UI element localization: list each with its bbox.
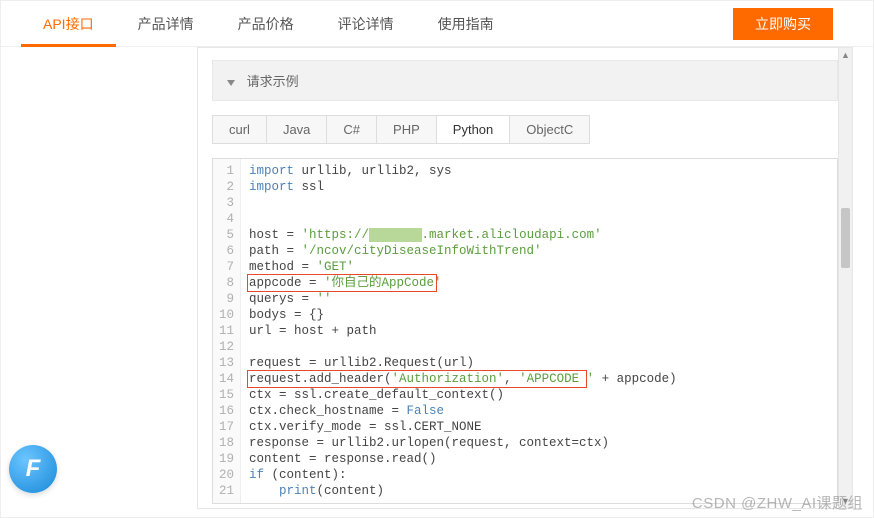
code-line (249, 195, 829, 211)
lang-tab-php[interactable]: PHP (376, 115, 437, 144)
code-line: ctx.verify_mode = ssl.CERT_NONE (249, 419, 829, 435)
code-lines[interactable]: import urllib, urllib2, sysimport ssl ho… (241, 159, 837, 503)
highlight-box (247, 370, 587, 388)
tab-guide[interactable]: 使用指南 (416, 1, 516, 47)
code-line: request = urllib2.Request(url) (249, 355, 829, 371)
content-scroll: 请求示例 curl Java C# PHP Python ObjectC 123… (198, 48, 852, 508)
code-line: import ssl (249, 179, 829, 195)
top-nav: API接口 产品详情 产品价格 评论详情 使用指南 立即购买 (1, 1, 873, 47)
code-viewer: 123456789101112131415161718192021 import… (212, 158, 838, 504)
floating-help-icon[interactable]: F (9, 445, 57, 493)
lang-tab-python[interactable]: Python (436, 115, 510, 144)
chevron-down-icon (227, 80, 235, 86)
scroll-up-arrow[interactable]: ▲ (839, 48, 852, 62)
code-line (249, 339, 829, 355)
code-line: method = 'GET' (249, 259, 829, 275)
request-example-title: 请求示例 (247, 74, 299, 89)
code-line: content = response.read() (249, 451, 829, 467)
code-line: ctx.check_hostname = False (249, 403, 829, 419)
content-panel: 请求示例 curl Java C# PHP Python ObjectC 123… (197, 47, 853, 509)
lang-tab-csharp[interactable]: C# (326, 115, 377, 144)
tab-price[interactable]: 产品价格 (216, 1, 316, 47)
tab-review[interactable]: 评论详情 (316, 1, 416, 47)
lang-tab-java[interactable]: Java (266, 115, 327, 144)
code-line: ctx = ssl.create_default_context() (249, 387, 829, 403)
tab-api[interactable]: API接口 (21, 1, 116, 47)
code-line: host = 'https://xxxxxxx.market.aliclouda… (249, 227, 829, 243)
code-line: bodys = {} (249, 307, 829, 323)
scroll-thumb[interactable] (841, 208, 850, 268)
code-line: response = urllib2.urlopen(request, cont… (249, 435, 829, 451)
buy-button[interactable]: 立即购买 (733, 8, 833, 40)
code-line: import urllib, urllib2, sys (249, 163, 829, 179)
lang-tab-objectc[interactable]: ObjectC (509, 115, 590, 144)
code-line: if (content): (249, 467, 829, 483)
request-example-header[interactable]: 请求示例 (212, 60, 838, 101)
line-number-gutter: 123456789101112131415161718192021 (213, 159, 241, 503)
code-line: print(content) (249, 483, 829, 499)
code-line (249, 211, 829, 227)
code-line: url = host + path (249, 323, 829, 339)
language-tabs: curl Java C# PHP Python ObjectC (212, 115, 838, 144)
code-line: querys = '' (249, 291, 829, 307)
tab-detail[interactable]: 产品详情 (116, 1, 216, 47)
lang-tab-curl[interactable]: curl (212, 115, 267, 144)
floating-help-label: F (26, 455, 41, 483)
vertical-scrollbar[interactable]: ▲ ▼ (838, 48, 852, 508)
highlight-box (247, 274, 437, 292)
scroll-down-arrow[interactable]: ▼ (839, 494, 852, 508)
code-line: path = '/ncov/cityDiseaseInfoWithTrend' (249, 243, 829, 259)
